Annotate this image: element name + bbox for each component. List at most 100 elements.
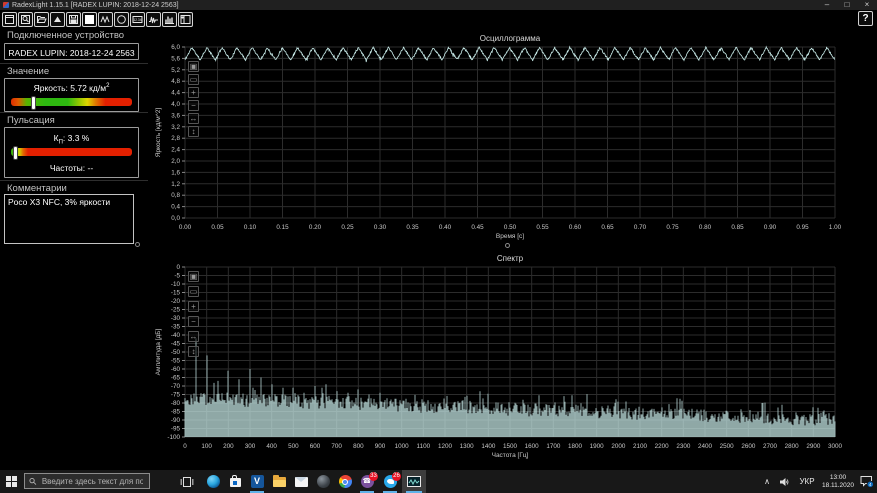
pulsation-view-button[interactable] <box>146 12 161 27</box>
taskbar-app-radexlight[interactable] <box>402 470 426 493</box>
search-device-button[interactable] <box>18 12 33 27</box>
svg-text:-30: -30 <box>171 315 181 322</box>
taskbar-app-mail[interactable] <box>290 470 312 493</box>
svg-text:100: 100 <box>201 443 212 450</box>
svg-text:2800: 2800 <box>785 443 800 450</box>
svg-text:0.45: 0.45 <box>471 224 484 231</box>
dial-view-button[interactable] <box>114 12 129 27</box>
chart-zoom-in-button[interactable]: + <box>188 301 199 312</box>
panel-resize-handle[interactable] <box>135 242 140 247</box>
chart-fit-vertical-button[interactable]: ↕ <box>188 346 199 357</box>
svg-text:-90: -90 <box>171 417 181 424</box>
toolbar: 12.34 <box>0 10 877 29</box>
app-icon <box>3 2 9 8</box>
svg-text:-55: -55 <box>171 358 181 365</box>
svg-text:1500: 1500 <box>503 443 518 450</box>
search-input[interactable] <box>39 475 145 487</box>
comment-input[interactable]: Poco X3 NFC, 3% яркости <box>4 194 134 244</box>
svg-text:1100: 1100 <box>417 443 431 450</box>
svg-text:0.55: 0.55 <box>536 224 549 231</box>
taskbar-app-viber[interactable]: ☎ 33 <box>356 470 378 493</box>
search-device-icon <box>21 15 30 24</box>
task-view-button[interactable] <box>176 470 198 493</box>
svg-text:0.90: 0.90 <box>764 224 777 231</box>
viber-badge: 33 <box>369 472 378 481</box>
taskbar-app-explorer[interactable] <box>268 470 290 493</box>
device-window-button[interactable] <box>2 12 17 27</box>
open-file-icon <box>36 16 47 23</box>
taskbar-app-chrome[interactable] <box>334 470 356 493</box>
minimize-button[interactable]: – <box>817 0 837 10</box>
taskbar-app-browser[interactable] <box>312 470 334 493</box>
language-indicator[interactable]: УКР <box>794 470 820 493</box>
start-button[interactable] <box>0 470 22 493</box>
chart-fit-button[interactable]: ▣ <box>188 271 199 282</box>
svg-text:0,4: 0,4 <box>171 204 180 211</box>
brightness-box: Яркость: 5.72 кд/м2 <box>4 78 139 112</box>
chart-fit-horizontal-button[interactable]: ↔ <box>188 331 199 342</box>
svg-text:1200: 1200 <box>438 443 453 450</box>
svg-text:-95: -95 <box>171 426 181 433</box>
clock[interactable]: 13:00 18.11.2020 <box>820 470 856 493</box>
svg-text:0,0: 0,0 <box>171 215 180 222</box>
white-screen-button[interactable] <box>82 12 97 27</box>
svg-text:5,2: 5,2 <box>171 67 180 74</box>
chart-fit-button[interactable]: ▣ <box>188 61 199 72</box>
svg-text:1600: 1600 <box>525 443 540 450</box>
svg-text:-20: -20 <box>171 298 181 305</box>
taskbar-app-store[interactable] <box>224 470 246 493</box>
svg-text:1,2: 1,2 <box>171 181 180 188</box>
device-window-icon <box>5 15 14 24</box>
chart-region-zoom-button[interactable]: ▭ <box>188 286 199 297</box>
svg-text:0.50: 0.50 <box>504 224 517 231</box>
notification-center-button[interactable]: 4 <box>856 470 876 493</box>
comments-section-label: Комментарии <box>7 183 67 194</box>
device-section-label: Подключенное устройство <box>7 30 125 41</box>
taskbar-app-chat[interactable]: 26 <box>379 470 401 493</box>
taskbar-app-v[interactable]: V <box>246 470 268 493</box>
spectrum-view-button[interactable] <box>162 12 177 27</box>
svg-text:0.20: 0.20 <box>309 224 322 231</box>
spectrum-chart[interactable]: 0 100 200 300 400 500 600 700 800 900 1000 1100 1200… <box>150 250 877 465</box>
tray-overflow-button[interactable]: ∧ <box>760 470 774 493</box>
numeric-view-button[interactable]: 12.34 <box>130 12 145 27</box>
open-file-button[interactable] <box>34 12 49 27</box>
svg-text:4,8: 4,8 <box>171 78 180 85</box>
task-view-icon <box>180 476 194 487</box>
svg-text:800: 800 <box>353 443 364 450</box>
chart-zoom-out-button[interactable]: − <box>188 316 199 327</box>
save-icon <box>69 15 78 24</box>
title-bar: RadexLight 1.15.1 [RADEX LUPIN: 2018-12-… <box>0 0 877 10</box>
svg-text:12.34: 12.34 <box>134 18 142 22</box>
help-button[interactable]: ? <box>858 11 873 26</box>
search-icon <box>29 477 37 485</box>
panel-layout-button[interactable] <box>178 12 193 27</box>
svg-text:-45: -45 <box>171 341 181 348</box>
white-screen-icon <box>85 15 94 24</box>
svg-text:2200: 2200 <box>655 443 670 450</box>
oscillogram-chart[interactable]: 0.00 0.05 0.10 0.15 0.20 0.25 0.30 0.35 0.40 0.45… <box>150 30 877 250</box>
brightness-value: Яркость: 5.72 кд/м2 <box>33 83 110 93</box>
svg-text:2000: 2000 <box>611 443 626 450</box>
volume-button[interactable] <box>776 470 792 493</box>
oscillogram-view-button[interactable] <box>98 12 113 27</box>
svg-text:0.30: 0.30 <box>374 224 387 231</box>
save-button[interactable] <box>66 12 81 27</box>
chart-region-zoom-button[interactable]: ▭ <box>188 74 199 85</box>
upload-button[interactable] <box>50 12 65 27</box>
divider <box>0 180 148 181</box>
svg-text:2,0: 2,0 <box>171 158 180 165</box>
svg-text:2400: 2400 <box>698 443 713 450</box>
chart-fit-vertical-button[interactable]: ↕ <box>188 126 199 137</box>
maximize-button[interactable]: □ <box>837 0 857 10</box>
svg-text:0.05: 0.05 <box>211 224 224 231</box>
svg-text:-70: -70 <box>171 383 181 390</box>
svg-text:5,6: 5,6 <box>171 55 180 62</box>
close-button[interactable]: × <box>857 0 877 10</box>
chart-zoom-out-button[interactable]: − <box>188 100 199 111</box>
chart-zoom-in-button[interactable]: + <box>188 87 199 98</box>
svg-text:1400: 1400 <box>481 443 496 450</box>
taskbar-search[interactable] <box>24 473 150 489</box>
chart-fit-horizontal-button[interactable]: ↔ <box>188 113 199 124</box>
taskbar-app-edge[interactable] <box>202 470 224 493</box>
